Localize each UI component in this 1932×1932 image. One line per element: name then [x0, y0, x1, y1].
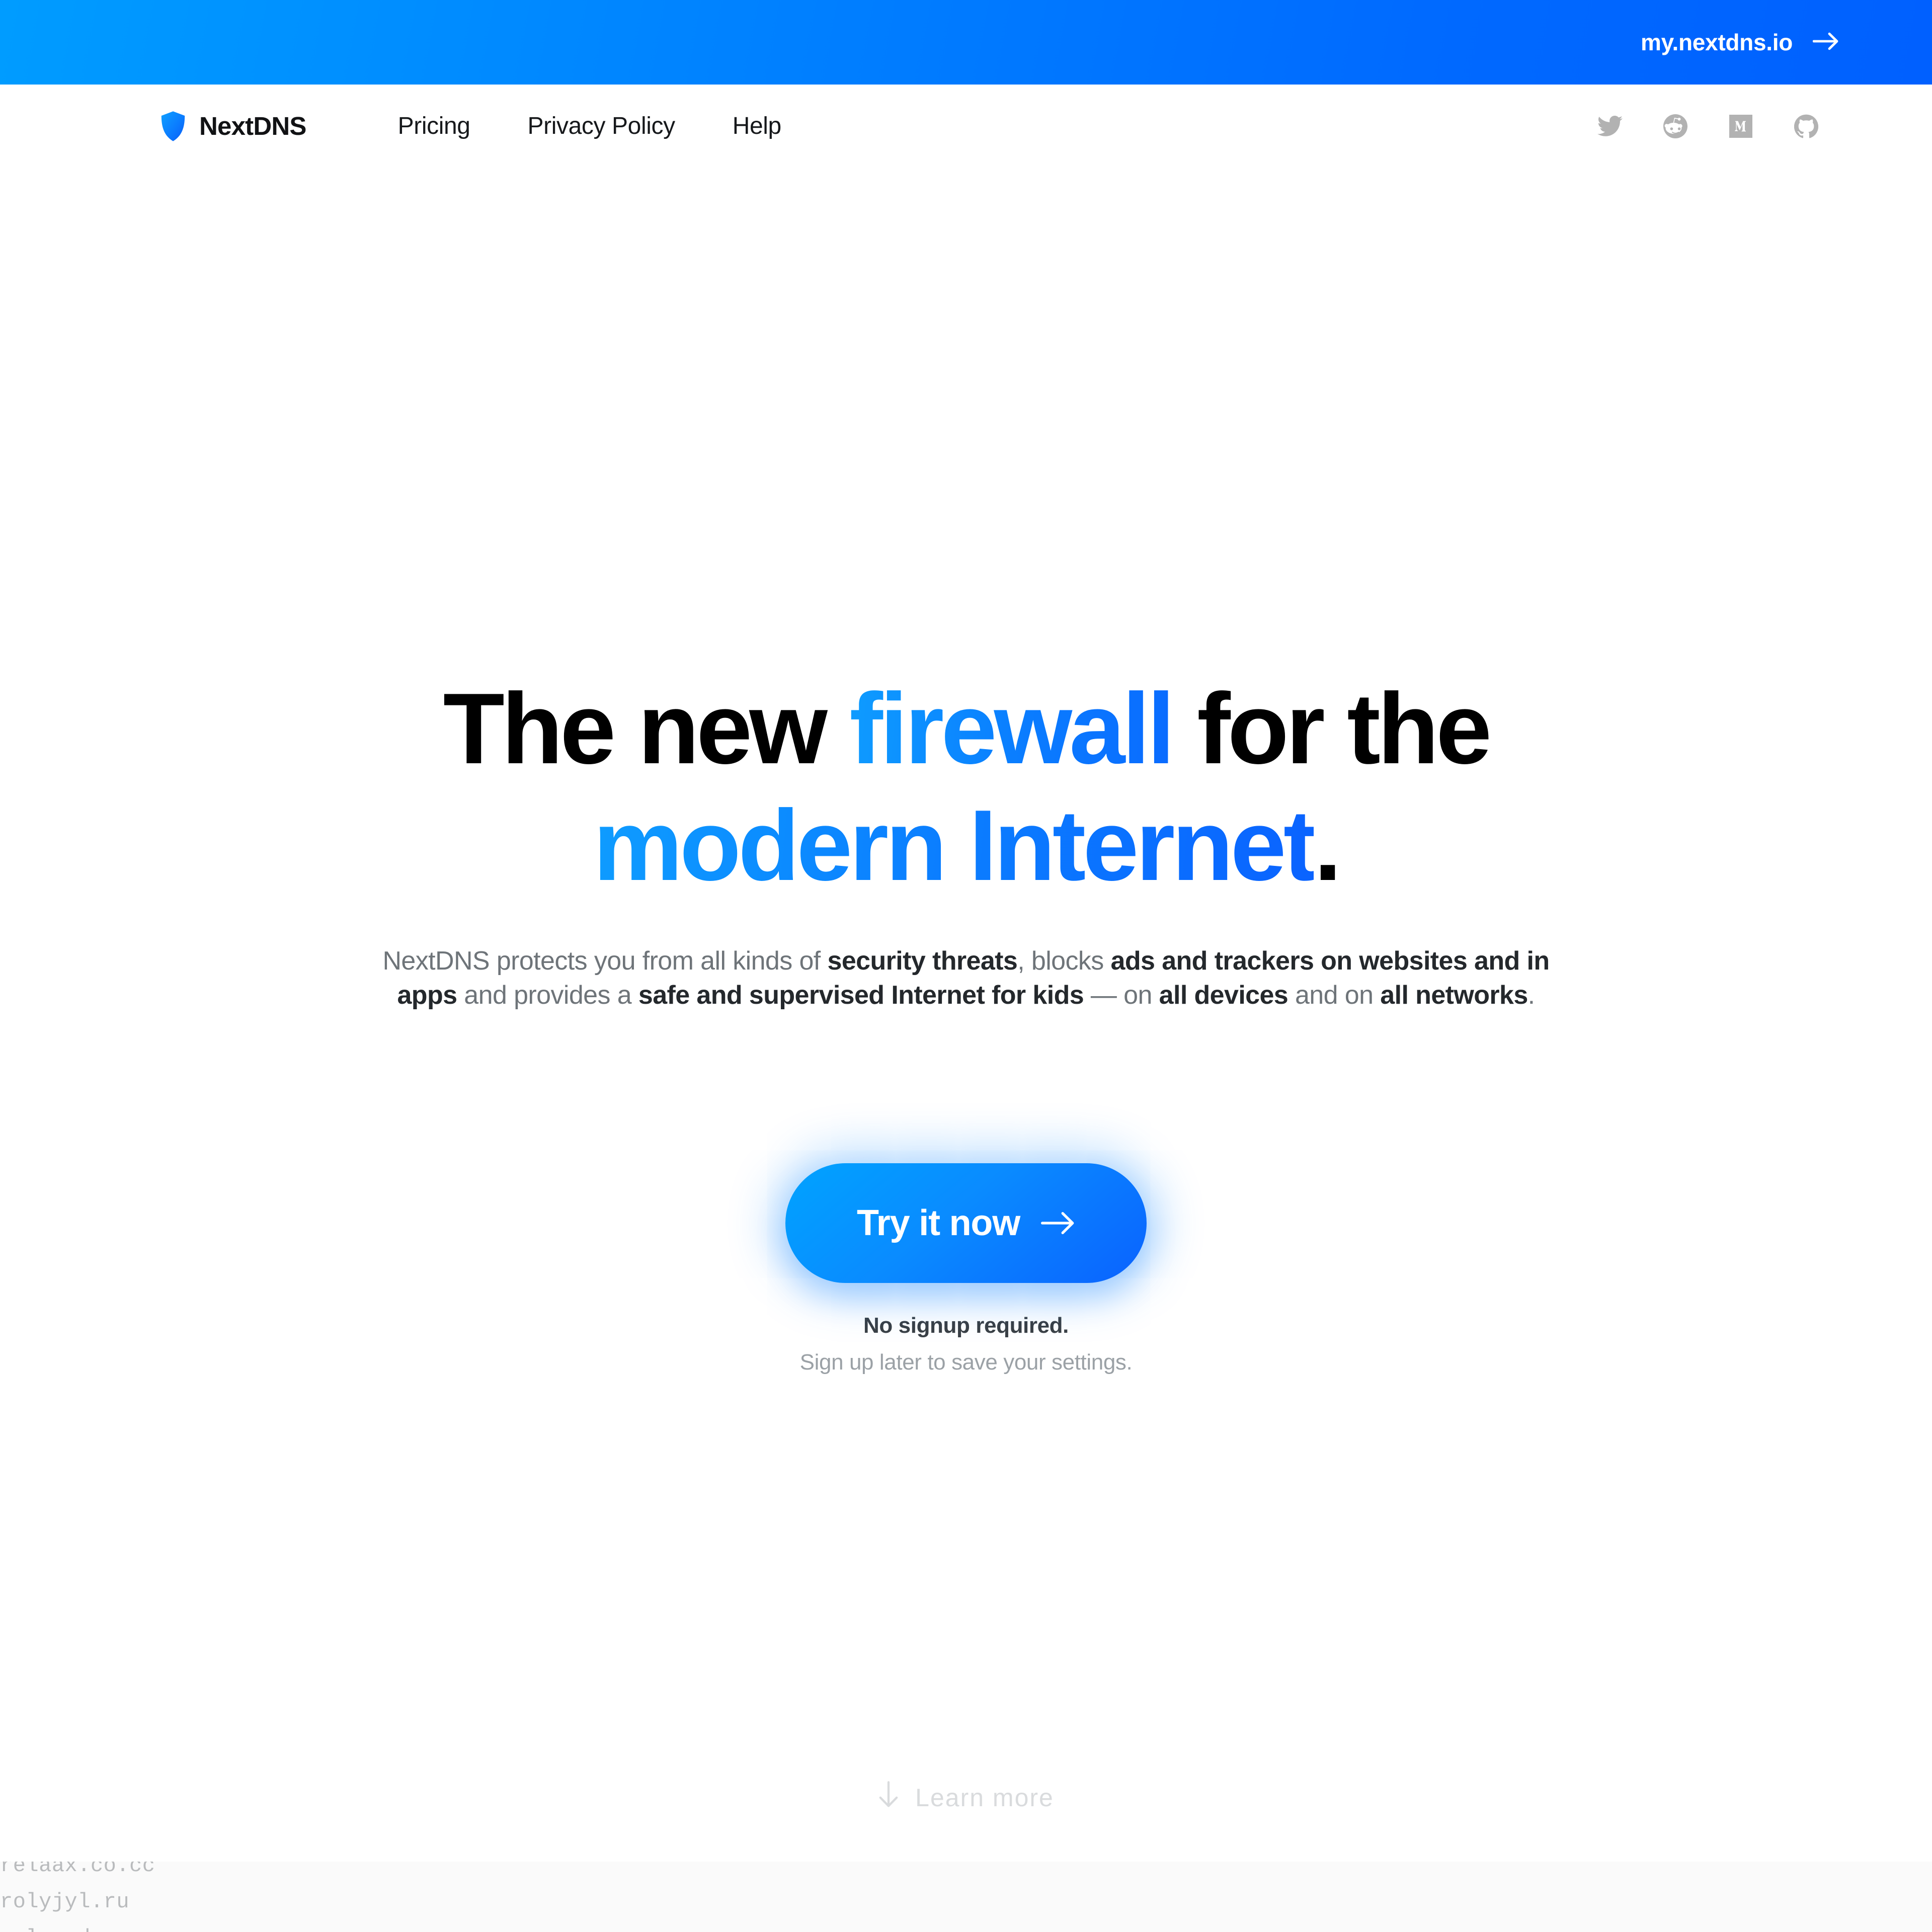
shield-icon: [160, 111, 186, 142]
learn-more-label: Learn more: [915, 1784, 1054, 1812]
list-item: relaax.co.cc: [0, 1862, 155, 1878]
subtitle-bold-all-networks: all networks: [1380, 980, 1528, 1010]
page-title: The new firewall for the modern Internet…: [312, 671, 1620, 904]
try-it-now-button[interactable]: Try it now: [785, 1163, 1147, 1283]
announcement-bar: my.nextdns.io: [0, 0, 1932, 85]
subtitle-text-5: and on: [1288, 980, 1381, 1010]
subtitle-text-1: NextDNS protects you from all kinds of: [382, 946, 828, 976]
twitter-icon: [1597, 115, 1623, 137]
blocked-domains-band: relaax.co.cc rolyjyl.ru walesedu.com: [0, 1862, 1932, 1932]
subtitle-text-2: , blocks: [1017, 946, 1111, 976]
headline-accent-firewall: firewall: [849, 673, 1175, 785]
headline-period: .: [1314, 789, 1342, 902]
twitter-link[interactable]: [1577, 104, 1643, 149]
social-links: [1577, 104, 1839, 149]
headline-text-2: for the: [1172, 673, 1492, 785]
cta-section: Try it now No signup required. Sign up l…: [785, 1163, 1147, 1375]
no-signup-note: No signup required.: [863, 1313, 1069, 1338]
list-item: rolyjyl.ru: [0, 1890, 130, 1914]
nav-link-pricing[interactable]: Pricing: [369, 112, 499, 140]
medium-link[interactable]: [1708, 104, 1774, 149]
learn-more-link[interactable]: Learn more: [0, 1781, 1932, 1814]
my-nextdns-link[interactable]: my.nextdns.io: [1641, 29, 1839, 56]
headline-line2: modern Internet: [593, 789, 1317, 902]
brand-name: NextDNS: [199, 112, 306, 140]
arrow-down-icon: [878, 1781, 899, 1814]
arrow-right-icon: [1812, 29, 1839, 56]
subtitle-text-3: and provides a: [457, 980, 638, 1010]
medium-icon: [1729, 114, 1752, 138]
subtitle-bold-security-threats: security threats: [827, 946, 1018, 976]
blocked-domains-list: relaax.co.cc rolyjyl.ru walesedu.com: [0, 1862, 155, 1932]
nav-link-privacy-policy[interactable]: Privacy Policy: [499, 112, 704, 140]
main-nav: NextDNS Pricing Privacy Policy Help: [0, 85, 1932, 168]
subtitle-bold-all-devices: all devices: [1159, 980, 1289, 1010]
github-link[interactable]: [1774, 104, 1839, 149]
nav-link-help[interactable]: Help: [704, 112, 810, 140]
hero-section: The new firewall for the modern Internet…: [0, 168, 1932, 1375]
hero-subtitle: NextDNS protects you from all kinds of s…: [365, 944, 1567, 1012]
my-nextdns-label: my.nextdns.io: [1641, 29, 1793, 55]
try-it-now-label: Try it now: [856, 1203, 1020, 1244]
nav-links: Pricing Privacy Policy Help: [369, 112, 810, 140]
subtitle-text-4: — on: [1084, 980, 1159, 1010]
sign-up-later-note: Sign up later to save your settings.: [799, 1350, 1133, 1375]
subtitle-bold-safe-internet-kids: safe and supervised Internet for kids: [638, 980, 1084, 1010]
subtitle-text-6: .: [1527, 980, 1535, 1010]
github-icon: [1794, 114, 1818, 138]
brand-logo-link[interactable]: NextDNS: [160, 111, 306, 142]
headline-text-1: The new: [443, 673, 850, 785]
arrow-right-icon: [1041, 1202, 1075, 1244]
list-item: walesedu.com: [0, 1920, 155, 1932]
reddit-icon: [1663, 114, 1687, 138]
headline-line1: The new firewall for the: [443, 673, 1492, 785]
reddit-link[interactable]: [1643, 104, 1708, 149]
